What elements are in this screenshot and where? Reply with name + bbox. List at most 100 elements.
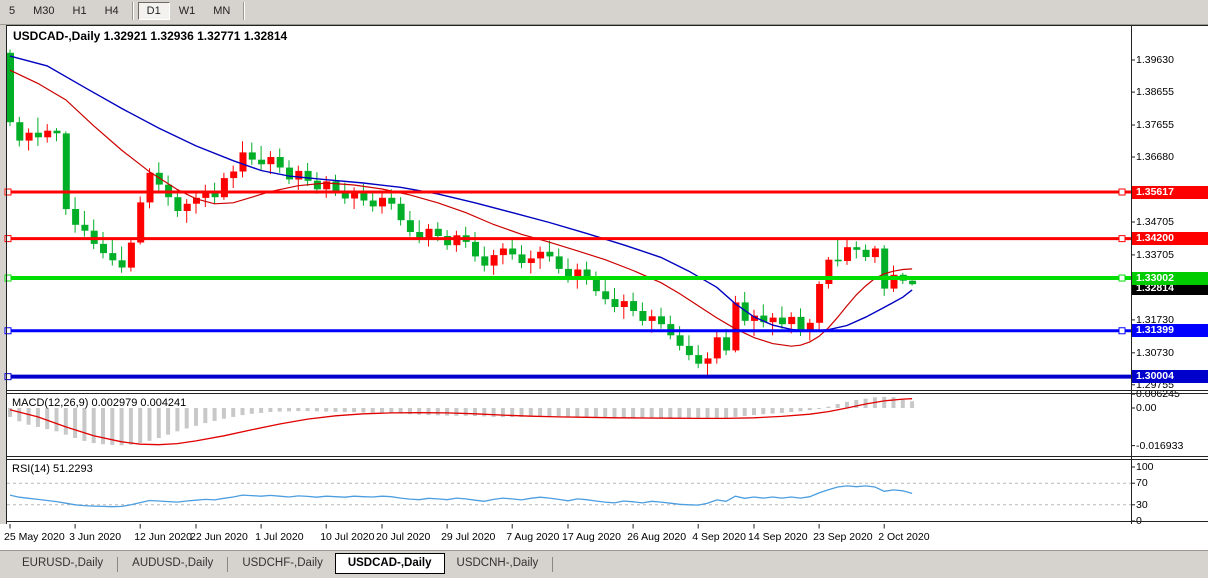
macd-bar xyxy=(706,408,710,419)
candle-body xyxy=(174,197,181,211)
macd-bar xyxy=(120,408,124,445)
macd-bar xyxy=(817,408,821,409)
candle-body xyxy=(621,301,628,307)
macd-bar xyxy=(566,408,570,416)
macd-bar xyxy=(45,408,49,429)
candle-body xyxy=(100,244,107,253)
candle-body xyxy=(7,53,14,122)
macd-bar xyxy=(278,408,282,412)
macd-bar xyxy=(678,408,682,418)
macd-bar xyxy=(464,408,468,416)
candle-body xyxy=(602,291,609,299)
candle-body xyxy=(295,171,302,180)
macd-bar xyxy=(306,408,310,411)
macd-bar xyxy=(799,408,803,411)
rsi-indicator-label: RSI(14) 51.2293 xyxy=(12,463,93,475)
macd-bar xyxy=(445,408,449,416)
candle-body xyxy=(72,209,79,225)
macd-bar xyxy=(724,408,728,418)
line-handle-left[interactable] xyxy=(5,374,11,380)
macd-bar xyxy=(715,408,719,418)
candle-body xyxy=(240,152,247,171)
macd-bar xyxy=(454,408,458,416)
candle-body xyxy=(81,225,88,231)
candle-body xyxy=(630,301,637,311)
macd-bar xyxy=(473,408,477,416)
candle-body xyxy=(639,311,646,321)
macd-bar xyxy=(696,408,700,418)
macd-bar xyxy=(352,408,356,412)
candle-body xyxy=(184,204,191,211)
macd-bar xyxy=(222,408,226,419)
macd-bar xyxy=(361,408,365,412)
candle-body xyxy=(398,204,405,220)
macd-bar xyxy=(27,408,31,425)
macd-bar xyxy=(826,407,830,408)
macd-bar xyxy=(547,408,551,416)
candle-body xyxy=(249,152,256,159)
macd-bar xyxy=(585,408,589,417)
macd-bar xyxy=(138,408,142,443)
macd-bar xyxy=(882,397,886,408)
candle-body xyxy=(109,253,116,260)
candle-body xyxy=(305,171,312,181)
candle-body xyxy=(472,242,479,257)
macd-bar xyxy=(82,408,86,441)
macd-bar xyxy=(640,408,644,418)
line-handle-left[interactable] xyxy=(5,189,11,195)
candle-body xyxy=(519,254,526,263)
candle-body xyxy=(658,316,665,324)
candle-body xyxy=(258,160,265,165)
macd-bar xyxy=(315,408,319,411)
candle-body xyxy=(491,255,498,266)
candle-body xyxy=(119,260,126,267)
macd-bar xyxy=(259,408,263,413)
candle-body xyxy=(44,131,51,138)
macd-bar xyxy=(892,397,896,408)
candle-body xyxy=(286,168,293,180)
candle-body xyxy=(128,243,135,268)
macd-bar xyxy=(73,408,77,438)
line-handle-left[interactable] xyxy=(5,328,11,334)
line-handle-left[interactable] xyxy=(5,275,11,281)
macd-bar xyxy=(334,408,338,412)
macd-bar xyxy=(8,408,12,417)
macd-bar xyxy=(231,408,235,417)
candle-body xyxy=(500,249,507,256)
candle-body xyxy=(388,198,395,204)
candles-layer xyxy=(7,50,916,379)
macd-bar xyxy=(17,408,21,421)
candle-body xyxy=(714,337,721,358)
line-handle-right[interactable] xyxy=(1119,236,1125,242)
line-handle-right[interactable] xyxy=(1119,189,1125,195)
candle-body xyxy=(314,181,321,190)
macd-bar xyxy=(538,408,542,416)
macd-bar xyxy=(343,408,347,412)
macd-bar xyxy=(436,408,440,415)
candle-body xyxy=(277,157,284,168)
macd-bar xyxy=(780,408,784,413)
candle-body xyxy=(230,172,237,179)
macd-bar xyxy=(668,408,672,418)
ma-fast-line xyxy=(10,70,912,346)
macd-bar xyxy=(482,408,486,416)
macd-bar xyxy=(752,408,756,415)
candle-body xyxy=(788,317,795,324)
macd-bar xyxy=(761,408,765,414)
line-handle-left[interactable] xyxy=(5,236,11,242)
macd-bar xyxy=(324,408,328,412)
macd-bar xyxy=(557,408,561,416)
line-handle-right[interactable] xyxy=(1119,275,1125,281)
macd-bar xyxy=(910,401,914,408)
candle-body xyxy=(556,256,563,269)
chart-canvas[interactable] xyxy=(0,0,1208,578)
candle-body xyxy=(770,318,777,323)
candle-body xyxy=(221,178,228,197)
candle-body xyxy=(872,249,879,258)
candle-body xyxy=(333,181,340,190)
macd-bar xyxy=(771,408,775,414)
macd-bar xyxy=(575,408,579,417)
line-handle-right[interactable] xyxy=(1119,328,1125,334)
candle-body xyxy=(798,317,805,331)
candle-body xyxy=(137,202,144,242)
